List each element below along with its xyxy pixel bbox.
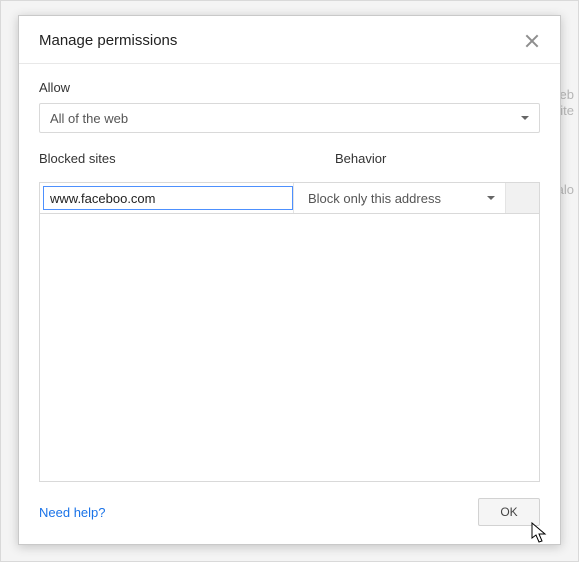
blocked-sites-list	[39, 214, 540, 482]
close-icon[interactable]	[524, 33, 540, 49]
behavior-select[interactable]: Block only this address	[293, 183, 505, 213]
dialog-footer: Need help? OK	[19, 482, 560, 544]
manage-permissions-dialog: Manage permissions Allow All of the web …	[18, 15, 561, 545]
entry-row: Block only this address	[39, 182, 540, 214]
chevron-down-icon	[521, 116, 529, 120]
behavior-label: Behavior	[335, 151, 540, 166]
blocked-sites-label: Blocked sites	[39, 151, 289, 166]
dialog-title: Manage permissions	[39, 32, 177, 49]
row-actions-area	[505, 183, 539, 213]
dialog-body: Allow All of the web Blocked sites Behav…	[19, 64, 560, 482]
behavior-select-value: Block only this address	[308, 191, 441, 206]
dialog-header: Manage permissions	[19, 16, 560, 64]
allow-label: Allow	[39, 80, 540, 95]
allow-select-value: All of the web	[50, 111, 128, 126]
blocked-site-input[interactable]	[43, 186, 293, 210]
chevron-down-icon	[487, 196, 495, 200]
ok-button[interactable]: OK	[478, 498, 540, 526]
help-link[interactable]: Need help?	[39, 505, 106, 520]
allow-select[interactable]: All of the web	[39, 103, 540, 133]
column-headers: Blocked sites Behavior	[39, 151, 540, 174]
